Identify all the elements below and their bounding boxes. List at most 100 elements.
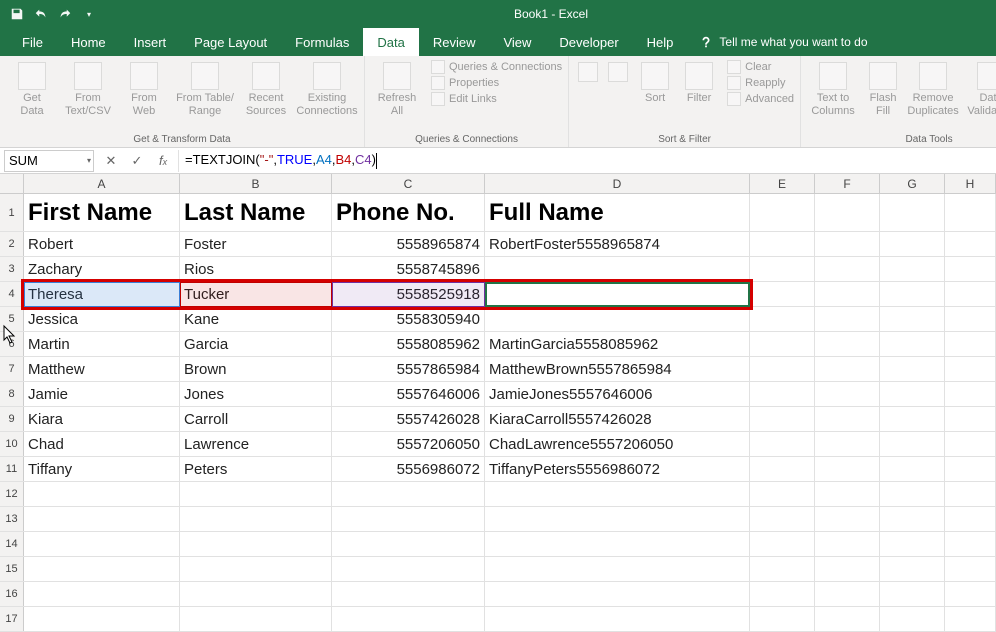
cell[interactable]: MartinGarcia5558085962 — [485, 332, 750, 356]
cell[interactable] — [815, 507, 880, 531]
cell[interactable]: JamieJones5557646006 — [485, 382, 750, 406]
cell[interactable]: TiffanyPeters5556986072 — [485, 457, 750, 481]
row-header[interactable]: 5 — [0, 307, 24, 331]
tab-home[interactable]: Home — [57, 28, 120, 56]
cell[interactable] — [815, 282, 880, 306]
cell[interactable] — [750, 607, 815, 631]
cell[interactable] — [750, 332, 815, 356]
row-header[interactable]: 15 — [0, 557, 24, 581]
cell[interactable] — [880, 507, 945, 531]
col-header-a[interactable]: A — [24, 174, 180, 193]
cell[interactable]: Jessica — [24, 307, 180, 331]
data-validation-button[interactable]: DataValidation — [963, 60, 996, 119]
cell[interactable]: Kane — [180, 307, 332, 331]
cell[interactable] — [945, 457, 996, 481]
cell[interactable]: Lawrence — [180, 432, 332, 456]
cell[interactable] — [485, 507, 750, 531]
cell[interactable]: MatthewBrown5557865984 — [485, 357, 750, 381]
cell[interactable]: RobertFoster5558965874 — [485, 232, 750, 256]
cell[interactable] — [945, 607, 996, 631]
cell[interactable]: Jones — [180, 382, 332, 406]
tab-view[interactable]: View — [489, 28, 545, 56]
flash-fill-button[interactable]: FlashFill — [863, 60, 903, 119]
cell[interactable] — [750, 507, 815, 531]
tab-developer[interactable]: Developer — [545, 28, 632, 56]
row-header[interactable]: 2 — [0, 232, 24, 256]
row-header[interactable]: 1 — [0, 194, 24, 231]
cell[interactable] — [485, 257, 750, 281]
cell[interactable] — [880, 257, 945, 281]
cell[interactable] — [880, 582, 945, 606]
cell[interactable] — [750, 582, 815, 606]
cell[interactable] — [815, 557, 880, 581]
cell[interactable] — [24, 582, 180, 606]
cell[interactable] — [815, 607, 880, 631]
cell[interactable] — [945, 557, 996, 581]
redo-icon[interactable] — [56, 5, 74, 23]
row-header[interactable]: 13 — [0, 507, 24, 531]
cell[interactable] — [945, 432, 996, 456]
cell[interactable] — [880, 457, 945, 481]
properties-item[interactable]: Properties — [431, 76, 562, 90]
cell[interactable] — [485, 557, 750, 581]
cell[interactable]: Phone No. — [332, 194, 485, 231]
cell[interactable]: Theresa — [24, 282, 180, 306]
formula-input[interactable]: =TEXTJOIN("-",TRUE,A4,B4,C4) — [178, 150, 996, 172]
cell[interactable]: 5557865984 — [332, 357, 485, 381]
row-header[interactable]: 9 — [0, 407, 24, 431]
row-header[interactable]: 11 — [0, 457, 24, 481]
row-header[interactable]: 7 — [0, 357, 24, 381]
cell[interactable] — [945, 194, 996, 231]
clear-filter-item[interactable]: Clear — [727, 60, 794, 74]
cell[interactable] — [815, 482, 880, 506]
cell[interactable] — [750, 307, 815, 331]
cell[interactable] — [880, 282, 945, 306]
row-header[interactable]: 6 — [0, 332, 24, 356]
name-box[interactable]: SUM ▾ — [4, 150, 94, 172]
refresh-all-button[interactable]: RefreshAll — [371, 60, 423, 119]
cell[interactable] — [880, 532, 945, 556]
col-header-f[interactable]: F — [815, 174, 880, 193]
col-header-b[interactable]: B — [180, 174, 332, 193]
cell[interactable] — [945, 257, 996, 281]
tab-review[interactable]: Review — [419, 28, 490, 56]
cell[interactable] — [815, 257, 880, 281]
cell[interactable]: 5557426028 — [332, 407, 485, 431]
cell[interactable]: Last Name — [180, 194, 332, 231]
col-header-d[interactable]: D — [485, 174, 750, 193]
cell[interactable]: Matthew — [24, 357, 180, 381]
col-header-h[interactable]: H — [945, 174, 996, 193]
cell[interactable] — [485, 607, 750, 631]
cell[interactable] — [815, 357, 880, 381]
cell[interactable] — [180, 582, 332, 606]
cell[interactable]: Foster — [180, 232, 332, 256]
cell[interactable]: Tucker — [180, 282, 332, 306]
cell[interactable] — [945, 382, 996, 406]
from-text-csv-button[interactable]: FromText/CSV — [62, 60, 114, 119]
cell[interactable] — [24, 532, 180, 556]
cell[interactable] — [332, 607, 485, 631]
cell[interactable] — [880, 407, 945, 431]
existing-connections-button[interactable]: ExistingConnections — [296, 60, 358, 119]
cell[interactable] — [945, 582, 996, 606]
tab-page-layout[interactable]: Page Layout — [180, 28, 281, 56]
row-header[interactable]: 10 — [0, 432, 24, 456]
cell[interactable]: First Name — [24, 194, 180, 231]
enter-formula-icon[interactable]: ✓ — [128, 153, 146, 169]
cell[interactable]: Zachary — [24, 257, 180, 281]
cell[interactable] — [180, 532, 332, 556]
cell[interactable]: Robert — [24, 232, 180, 256]
tab-help[interactable]: Help — [633, 28, 688, 56]
from-table-range-button[interactable]: From Table/Range — [174, 60, 236, 119]
chevron-down-icon[interactable]: ▾ — [87, 156, 91, 165]
cell[interactable] — [24, 507, 180, 531]
cell[interactable]: Chad — [24, 432, 180, 456]
cell[interactable] — [332, 557, 485, 581]
cell[interactable] — [750, 282, 815, 306]
cell[interactable] — [880, 307, 945, 331]
tab-file[interactable]: File — [8, 28, 57, 56]
cell[interactable] — [945, 357, 996, 381]
cell[interactable] — [750, 382, 815, 406]
cell[interactable] — [180, 607, 332, 631]
cell[interactable]: 5558965874 — [332, 232, 485, 256]
